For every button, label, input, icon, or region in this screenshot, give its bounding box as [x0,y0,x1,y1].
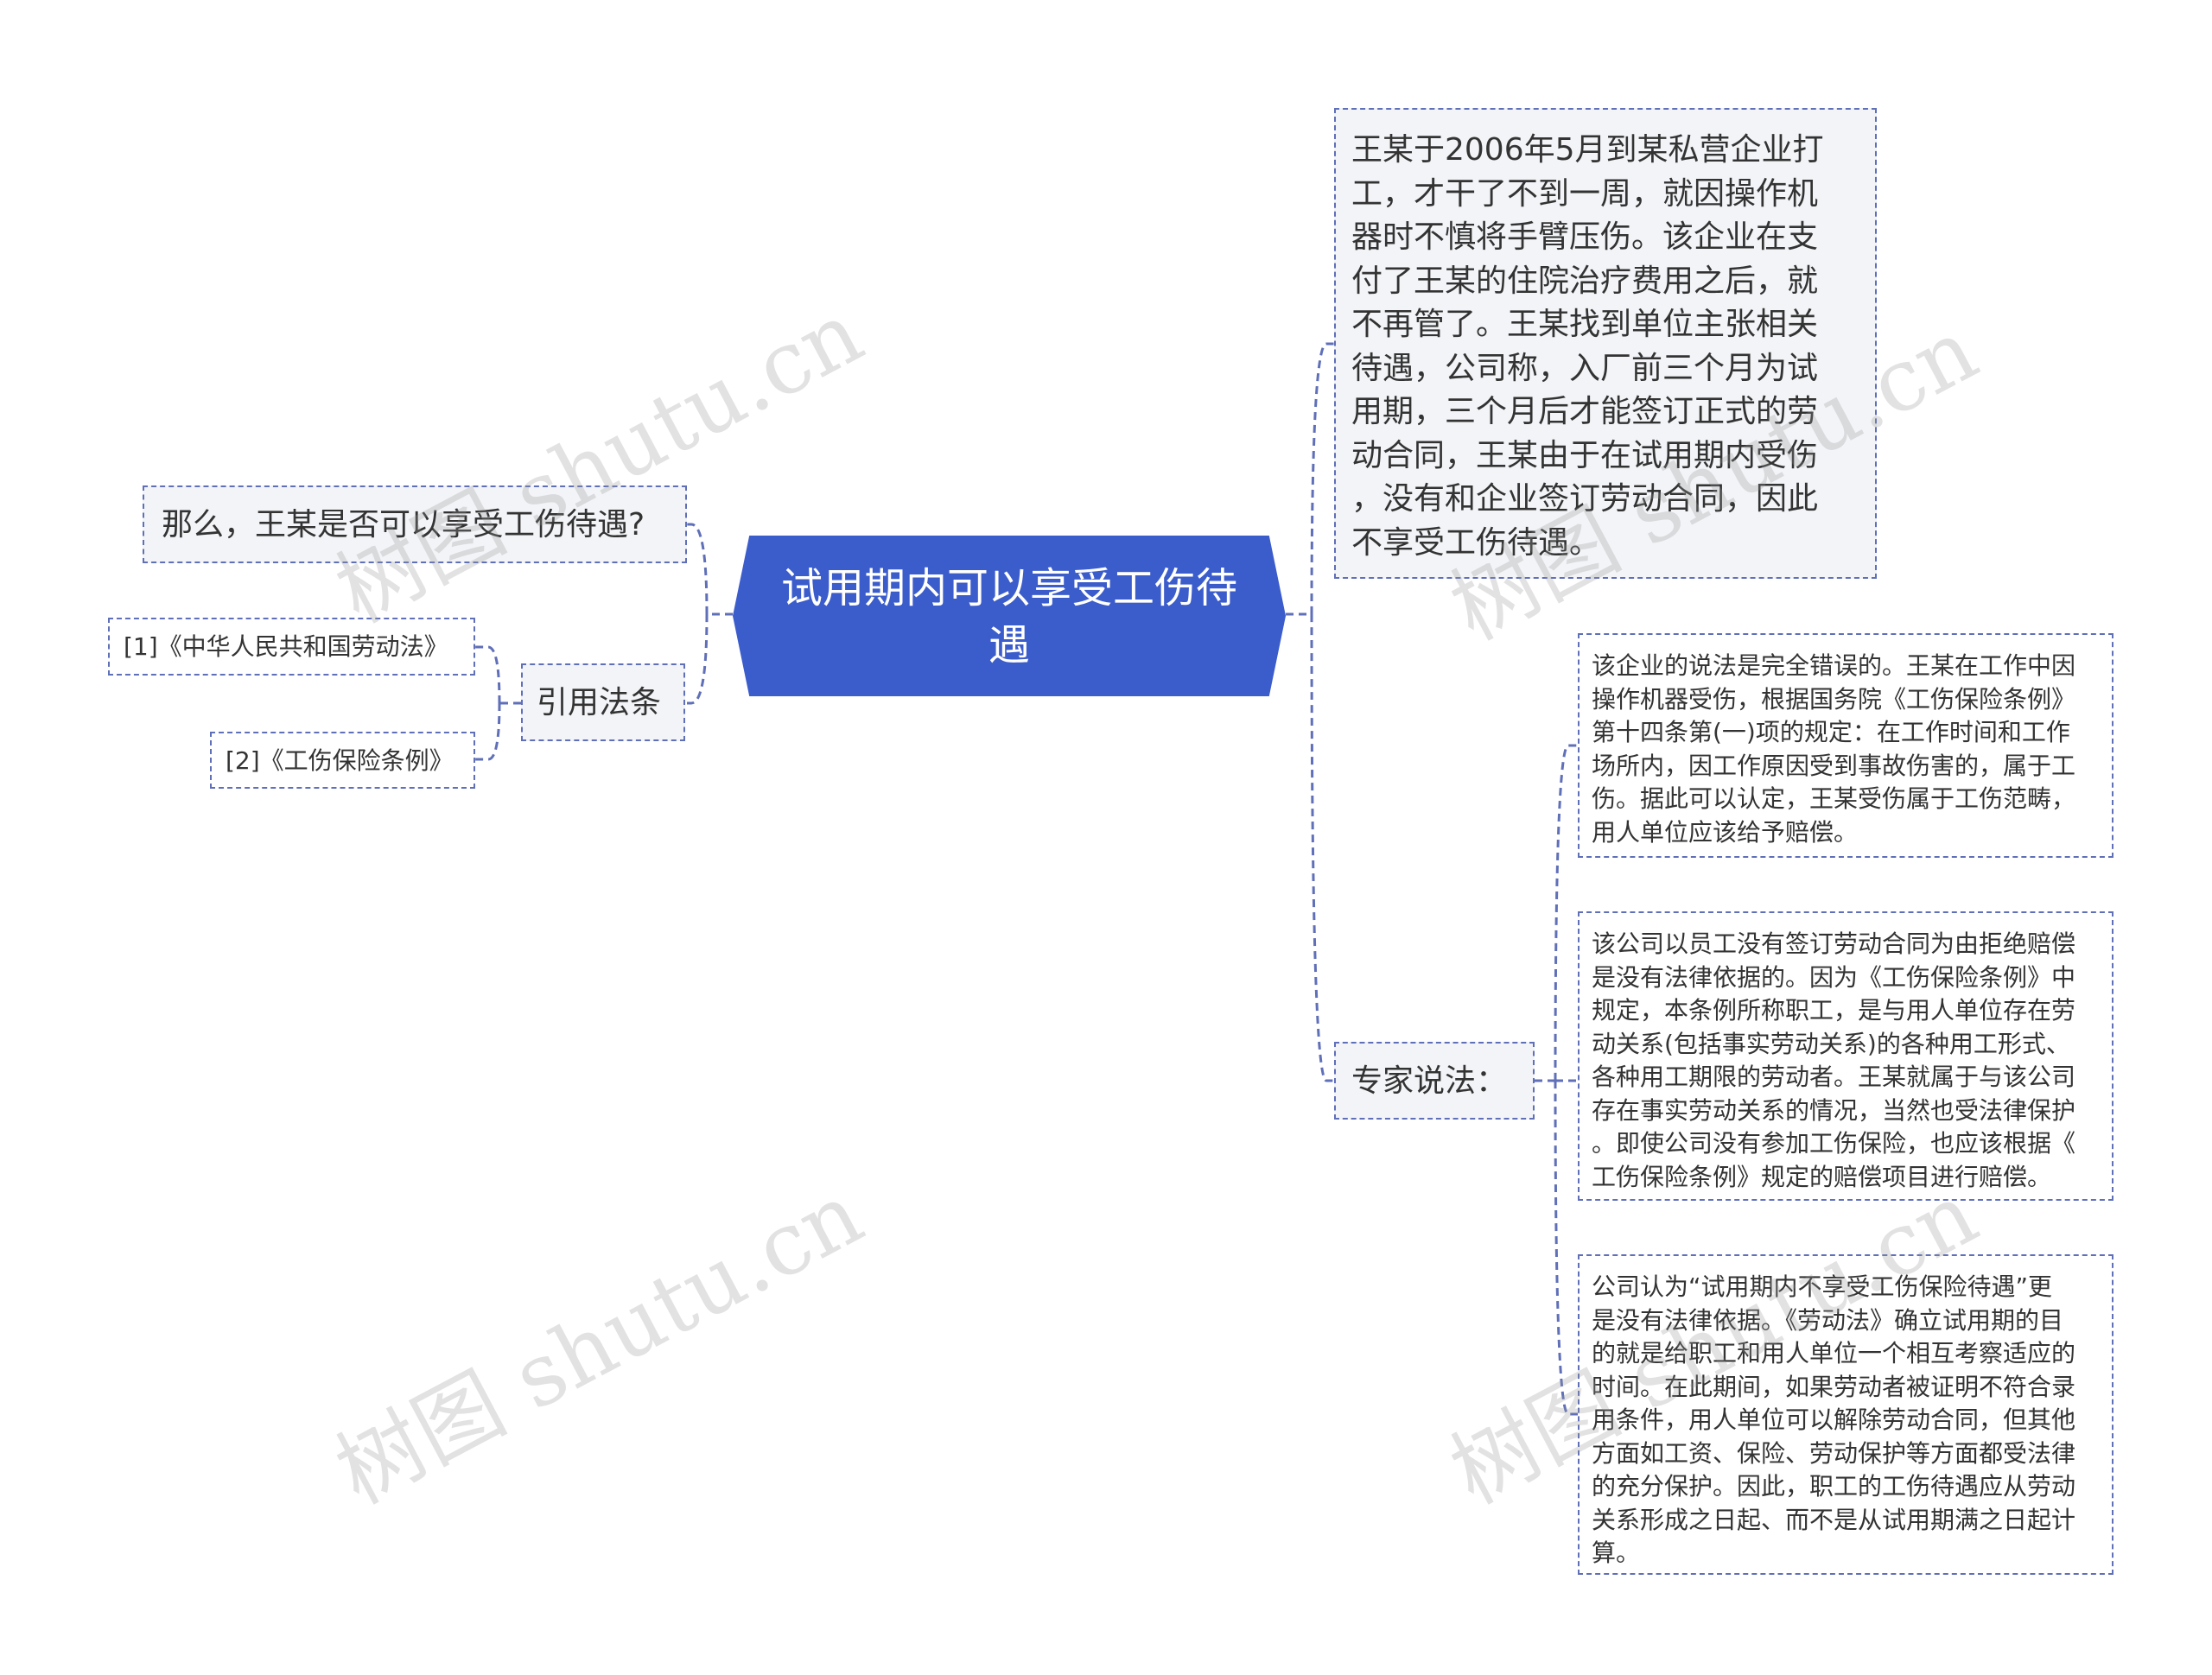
link-opinion-3 [1554,1080,1578,1416]
citations-node[interactable]: 引用法条 [521,663,685,741]
link-root-case [1310,342,1334,615]
expert-opinion[interactable]: 公司认为“试用期内不享受工伤保险待遇”更 是没有法律依据。《劳动法》确立试用期的… [1578,1254,2113,1575]
question-text: 那么，王某是否可以享受工伤待遇? [162,507,645,542]
link-root-citations [687,613,709,705]
root-title: 试用期内可以享受工伤待遇 [780,564,1237,669]
citation-text: [1]《中华人民共和国劳动法》 [124,632,448,661]
case-description-node[interactable]: 王某于2006年5月到某私营企业打 工，才干了不到一周，就因操作机 器时不慎将手… [1334,108,1877,579]
link-root-question [687,523,709,615]
citation-text: [2]《工伤保险条例》 [226,746,454,775]
expert-opinion-text: 该企业的说法是完全错误的。王某在工作中因 操作机器受伤，根据国务院《工伤保险条例… [1592,651,2076,847]
link-citation-2 [475,702,501,761]
expert-opinion-text: 该公司以员工没有签订劳动合同为由拒绝赔偿 是没有法律依据的。因为《工伤保险条例》… [1592,929,2076,1191]
mind-map-canvas: 试用期内可以享受工伤待遇 那么，王某是否可以享受工伤待遇? 引用法条 [1]《中… [0,0,2212,1675]
expert-node[interactable]: 专家说法： [1334,1042,1535,1120]
case-description-text: 王某于2006年5月到某私营企业打 工，才干了不到一周，就因操作机 器时不慎将手… [1351,132,1824,561]
expert-opinion[interactable]: 该企业的说法是完全错误的。王某在工作中因 操作机器受伤，根据国务院《工伤保险条例… [1578,633,2113,858]
link-root-expert [1310,613,1334,1082]
expert-label: 专家说法： [1351,1063,1508,1099]
expert-opinion-text: 公司认为“试用期内不享受工伤保险待遇”更 是没有法律依据。《劳动法》确立试用期的… [1592,1272,2076,1567]
citation-item[interactable]: [2]《工伤保险条例》 [210,732,475,789]
link-citation-1 [475,645,501,704]
link-opinion-1 [1554,744,1578,1082]
citation-item[interactable]: [1]《中华人民共和国劳动法》 [108,618,475,676]
question-node[interactable]: 那么，王某是否可以享受工伤待遇? [143,485,687,563]
citations-label: 引用法条 [537,685,662,720]
root-node[interactable]: 试用期内可以享受工伤待遇 [733,536,1286,696]
expert-opinion[interactable]: 该公司以员工没有签订劳动合同为由拒绝赔偿 是没有法律依据的。因为《工伤保险条例》… [1578,911,2113,1201]
